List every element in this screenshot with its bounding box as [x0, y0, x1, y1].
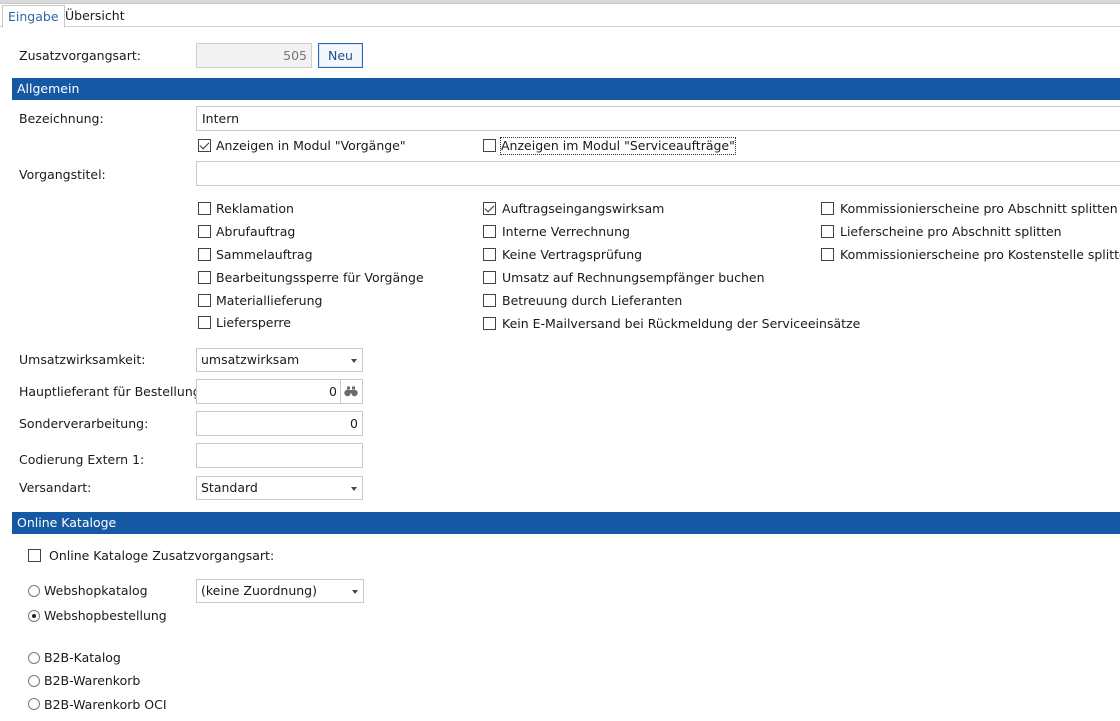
- b2b-warenkorb-oci-label: B2B-Warenkorb OCI: [44, 697, 167, 712]
- auftragseingangswirksam-checkbox[interactable]: [483, 202, 496, 215]
- versandart-label: Versandart:: [19, 480, 92, 495]
- sonderverarbeitung-field[interactable]: 0: [196, 411, 363, 436]
- webshopbestellung-label: Webshopbestellung: [44, 608, 167, 623]
- umsatz-rechnungsempfaenger-checkbox[interactable]: [483, 271, 496, 284]
- komm-abschnitt-checkbox[interactable]: [821, 202, 834, 215]
- window-top-border: [0, 0, 1120, 4]
- interne-verrechnung-label: Interne Verrechnung: [502, 224, 630, 239]
- show-vorgaenge-label: Anzeigen in Modul "Vorgänge": [216, 138, 406, 153]
- zuordnung-value: (keine Zuordnung): [201, 583, 317, 598]
- neu-button[interactable]: Neu: [318, 43, 363, 68]
- chevron-down-icon: [351, 487, 357, 491]
- liefersperre-label: Liefersperre: [216, 315, 291, 330]
- chevron-down-icon: [351, 359, 357, 363]
- umsatz-rechnungsempfaenger-label: Umsatz auf Rechnungsempfänger buchen: [502, 270, 765, 285]
- versandart-value: Standard: [201, 480, 258, 495]
- zusatzvorgangsart-label: Zusatzvorgangsart:: [19, 48, 141, 63]
- b2b-warenkorb-label: B2B-Warenkorb: [44, 673, 141, 688]
- lieferscheine-abschnitt-label: Lieferscheine pro Abschnitt splitten: [840, 224, 1062, 239]
- auftragseingangswirksam-label: Auftragseingangswirksam: [502, 201, 665, 216]
- section-header-allgemein: Allgemein: [12, 78, 1120, 100]
- codierung-extern-field[interactable]: [196, 443, 363, 468]
- reklamation-checkbox[interactable]: [198, 202, 211, 215]
- komm-kostenstelle-checkbox[interactable]: [821, 248, 834, 261]
- materiallieferung-label: Materiallieferung: [216, 293, 323, 308]
- online-kataloge-checkbox[interactable]: [28, 549, 41, 562]
- interne-verrechnung-checkbox[interactable]: [483, 225, 496, 238]
- show-service-label: Anzeigen im Modul "Serviceaufträge": [500, 137, 736, 155]
- vorgangstitel-label: Vorgangstitel:: [19, 167, 106, 182]
- kein-emailversand-checkbox[interactable]: [483, 317, 496, 330]
- hauptlieferant-label: Hauptlieferant für Bestellung:: [19, 384, 205, 399]
- vorgangstitel-field[interactable]: [196, 161, 1120, 186]
- section-header-online-kataloge: Online Kataloge: [12, 512, 1120, 534]
- hauptlieferant-value: 0: [329, 384, 337, 399]
- show-vorgaenge-checkbox[interactable]: [198, 139, 211, 152]
- show-service-checkbox[interactable]: [483, 139, 496, 152]
- sonderverarbeitung-label: Sonderverarbeitung:: [19, 416, 149, 431]
- bearbeitungssperre-label: Bearbeitungssperre für Vorgänge: [216, 270, 424, 285]
- betreuung-lieferanten-checkbox[interactable]: [483, 294, 496, 307]
- bearbeitungssperre-checkbox[interactable]: [198, 271, 211, 284]
- webshopkatalog-label: Webshopkatalog: [44, 583, 148, 598]
- b2b-warenkorb-radio[interactable]: [28, 675, 40, 687]
- abrufauftrag-label: Abrufauftrag: [216, 224, 296, 239]
- keine-vertragspruefung-checkbox[interactable]: [483, 248, 496, 261]
- chevron-down-icon: [352, 590, 358, 594]
- webshopbestellung-radio[interactable]: [28, 610, 40, 622]
- versandart-select[interactable]: Standard: [196, 476, 363, 500]
- hauptlieferant-field[interactable]: 0: [196, 379, 363, 404]
- tab-eingabe[interactable]: Eingabe: [2, 5, 65, 28]
- codierung-extern-label: Codierung Extern 1:: [19, 452, 145, 467]
- zuordnung-select[interactable]: (keine Zuordnung): [196, 579, 364, 603]
- komm-abschnitt-label: Kommissionierscheine pro Abschnitt split…: [840, 201, 1118, 216]
- komm-kostenstelle-label: Kommissionierscheine pro Kostenstelle sp…: [840, 247, 1120, 262]
- umsatzwirksamkeit-value: umsatzwirksam: [201, 352, 300, 367]
- umsatzwirksamkeit-select[interactable]: umsatzwirksam: [196, 348, 363, 372]
- tab-bar: Eingabe Übersicht: [0, 5, 1120, 28]
- binoculars-icon[interactable]: [344, 386, 358, 397]
- abrufauftrag-checkbox[interactable]: [198, 225, 211, 238]
- sammelauftrag-checkbox[interactable]: [198, 248, 211, 261]
- liefersperre-checkbox[interactable]: [198, 316, 211, 329]
- lieferscheine-abschnitt-checkbox[interactable]: [821, 225, 834, 238]
- webshopkatalog-radio[interactable]: [28, 585, 40, 597]
- reklamation-label: Reklamation: [216, 201, 294, 216]
- online-kataloge-label: Online Kataloge Zusatzvorgangsart:: [49, 548, 275, 563]
- bezeichnung-field[interactable]: Intern: [196, 106, 1120, 131]
- b2b-katalog-radio[interactable]: [28, 652, 40, 664]
- tab-uebersicht[interactable]: Übersicht: [60, 5, 130, 27]
- b2b-warenkorb-oci-radio[interactable]: [28, 698, 40, 710]
- bezeichnung-label: Bezeichnung:: [19, 111, 104, 126]
- zusatzvorgangsart-field[interactable]: 505: [196, 43, 312, 68]
- field-separator: [340, 380, 341, 403]
- betreuung-lieferanten-label: Betreuung durch Lieferanten: [502, 293, 683, 308]
- bezeichnung-value: Intern: [202, 111, 240, 126]
- sammelauftrag-label: Sammelauftrag: [216, 247, 313, 262]
- kein-emailversand-label: Kein E-Mailversand bei Rückmeldung der S…: [502, 316, 861, 331]
- umsatzwirksamkeit-label: Umsatzwirksamkeit:: [19, 352, 146, 367]
- materiallieferung-checkbox[interactable]: [198, 294, 211, 307]
- b2b-katalog-label: B2B-Katalog: [44, 650, 121, 665]
- keine-vertragspruefung-label: Keine Vertragsprüfung: [502, 247, 643, 262]
